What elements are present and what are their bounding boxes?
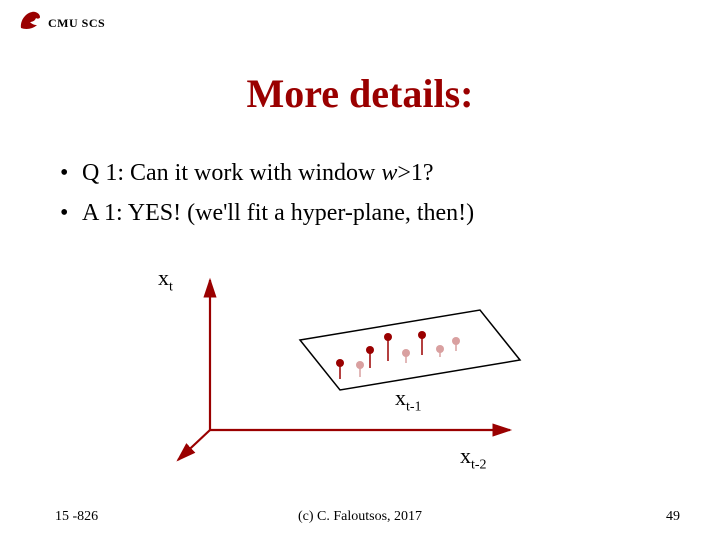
y-axis-sub: t: [169, 279, 173, 294]
x2-axis-main: x: [460, 443, 471, 468]
bullet-text: A 1: YES! (we'll fit a hyper-plane, then…: [82, 195, 474, 231]
bullet-text: Q 1: Can it work with window w>1?: [82, 155, 434, 191]
q1-var: w: [381, 160, 397, 186]
fitted-plane: [300, 310, 520, 390]
q1-text-pre: Q 1: Can it work with window: [82, 160, 381, 186]
bullet-dot-icon: •: [60, 195, 82, 231]
slide-header: CMU SCS: [18, 8, 105, 39]
x2-axis-label: xt-2: [460, 443, 487, 473]
y-axis-label: xt: [158, 265, 173, 295]
slide-title: More details:: [0, 70, 720, 117]
header-label: CMU SCS: [48, 16, 105, 31]
x2-axis-sub: t-2: [471, 457, 487, 472]
bullet-item: • A 1: YES! (we'll fit a hyper-plane, th…: [60, 195, 660, 231]
footer-copyright: (c) C. Faloutsos, 2017: [0, 509, 720, 525]
bullet-dot-icon: •: [60, 155, 82, 191]
cmu-dragon-icon: [18, 8, 44, 39]
z-axis: [178, 430, 210, 460]
x1-axis-main: x: [395, 385, 406, 410]
y-axis-main: x: [158, 265, 169, 290]
x1-axis-sub: t-1: [406, 399, 422, 414]
bullet-item: • Q 1: Can it work with window w>1?: [60, 155, 660, 191]
x1-axis-label: xt-1: [395, 385, 422, 415]
footer-page-number: 49: [666, 509, 680, 525]
hyperplane-chart: xt xt-1 xt-2: [160, 265, 540, 475]
bullet-list: • Q 1: Can it work with window w>1? • A …: [60, 155, 660, 235]
scatter-points: [336, 331, 460, 379]
q1-text-post: >1?: [397, 160, 433, 186]
